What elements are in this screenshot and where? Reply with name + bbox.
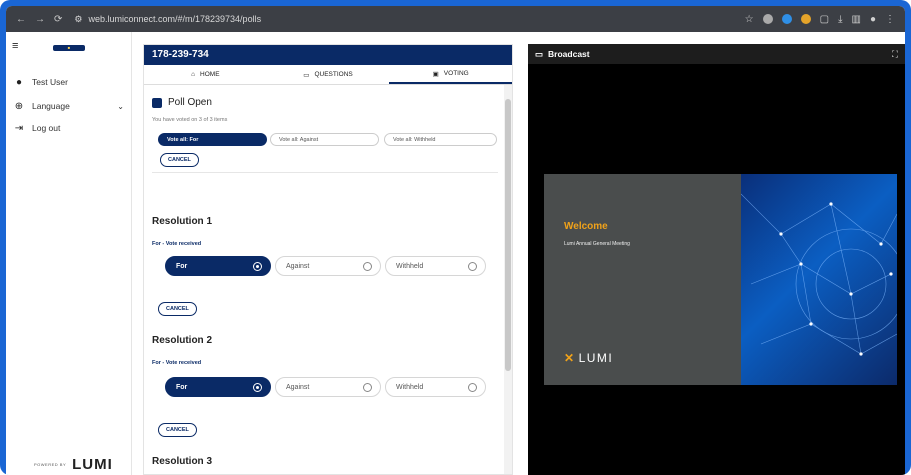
vote-all-withheld-button[interactable]: Vote all: Withheld xyxy=(384,133,497,146)
extensions-puzzle-icon[interactable]: ▢ xyxy=(820,14,829,25)
slide-subtitle: Lumi Annual General Meeting xyxy=(564,241,630,247)
extension-icon[interactable] xyxy=(781,14,792,24)
powered-by: POWERED BY LUMI xyxy=(34,456,113,473)
slide-welcome: Welcome xyxy=(564,221,608,232)
profile-icon[interactable]: ● xyxy=(870,14,876,25)
back-icon[interactable]: ← xyxy=(16,14,26,25)
broadcast-title: Broadcast xyxy=(548,49,590,59)
cast-icon: ▭ xyxy=(535,48,544,59)
network-graphic xyxy=(740,174,897,385)
divider xyxy=(152,172,498,173)
tab-voting[interactable]: ▣ VOTING xyxy=(389,65,512,84)
browser-window: ← → ⟳ ⚙ web.lumiconnect.com/#/m/17823973… xyxy=(6,6,905,475)
lumi-x-icon: ✕ xyxy=(564,351,576,365)
radio-selected-icon xyxy=(253,262,262,271)
meeting-id: 178-239-734 xyxy=(144,45,512,65)
broadcast-header: ▭ Broadcast ⛶ xyxy=(528,44,905,64)
video-slide[interactable]: Welcome Lumi Annual General Meeting ✕ LU… xyxy=(544,174,897,385)
slide-panel: Welcome Lumi Annual General Meeting ✕ LU… xyxy=(544,174,741,385)
browser-nav: ← → ⟳ xyxy=(6,14,62,25)
sidebar-item-logout[interactable]: ⇥ Log out xyxy=(6,120,61,136)
option-against[interactable]: Against xyxy=(275,256,381,276)
extension-icon[interactable] xyxy=(800,14,811,24)
sidebar-item-language[interactable]: ⊕ Language ⌄ xyxy=(6,98,132,114)
radio-icon xyxy=(363,262,372,271)
vote-all-against-button[interactable]: Vote all: Against xyxy=(270,133,379,146)
address-bar[interactable]: ⚙ web.lumiconnect.com/#/m/178239734/poll… xyxy=(74,14,261,25)
scrollbar[interactable] xyxy=(504,85,512,474)
option-against[interactable]: Against xyxy=(275,377,381,397)
resolution-title: Resolution 1 xyxy=(152,216,213,227)
vote-status: For - Vote received xyxy=(152,241,202,247)
cancel-button[interactable]: CANCEL xyxy=(158,423,197,437)
forward-icon[interactable]: → xyxy=(35,14,45,25)
hamburger-icon[interactable]: ≡ xyxy=(12,40,18,52)
option-withheld[interactable]: Withheld xyxy=(385,377,486,397)
radio-icon xyxy=(363,383,372,392)
download-icon[interactable]: ⤓ xyxy=(838,14,842,25)
chart-icon: ▣ xyxy=(432,70,439,78)
chat-icon: ▭ xyxy=(303,71,310,79)
sidepanel-icon[interactable]: ▥ xyxy=(852,14,861,25)
vote-status: For - Vote received xyxy=(152,360,202,366)
sidebar: ≡ ■ ● Test User ⊕ Language ⌄ ⇥ Log out P… xyxy=(6,32,132,475)
poll-icon xyxy=(152,97,162,108)
reload-icon[interactable]: ⟳ xyxy=(54,14,62,25)
browser-toolbar: ← → ⟳ ⚙ web.lumiconnect.com/#/m/17823973… xyxy=(6,6,905,32)
logout-icon: ⇥ xyxy=(14,122,24,134)
network-lines-graphic xyxy=(740,193,897,356)
site-info-icon[interactable]: ⚙ xyxy=(74,14,82,25)
screenshot-frame: ← → ⟳ ⚙ web.lumiconnect.com/#/m/17823973… xyxy=(0,0,911,475)
globe-icon: ⊕ xyxy=(14,100,24,112)
tab-questions[interactable]: ▭ QUESTIONS xyxy=(267,65,390,84)
resolution-title: Resolution 3 xyxy=(152,456,213,467)
cancel-button[interactable]: CANCEL xyxy=(158,302,197,316)
voting-panel: 178-239-734 ⌂ HOME ▭ QUESTIONS ▣ VOTING … xyxy=(143,44,513,475)
option-withheld[interactable]: Withheld xyxy=(385,256,486,276)
tab-home[interactable]: ⌂ HOME xyxy=(144,65,267,84)
radio-icon xyxy=(468,383,477,392)
url-text: web.lumiconnect.com/#/m/178239734/polls xyxy=(88,14,262,24)
chevron-down-icon: ⌄ xyxy=(117,101,124,111)
home-icon: ⌂ xyxy=(191,71,196,78)
browser-actions: ☆ ▢ ⤓ ▥ ● ⋮ xyxy=(745,14,905,25)
vote-all-for-button[interactable]: Vote all: For xyxy=(158,133,267,146)
slide-logo: ✕ LUMI xyxy=(564,351,614,365)
voted-count: You have voted on 3 of 3 items xyxy=(152,117,228,123)
scrollbar-thumb[interactable] xyxy=(505,99,511,371)
user-icon: ● xyxy=(15,76,23,88)
option-for[interactable]: For xyxy=(165,377,271,397)
sidebar-item-user[interactable]: ● Test User xyxy=(6,74,68,90)
extension-icon[interactable] xyxy=(762,14,773,24)
radio-icon xyxy=(468,262,477,271)
event-logo: ■ xyxy=(53,45,85,51)
broadcast-panel: ▭ Broadcast ⛶ Welcome Lumi Annual Genera… xyxy=(528,44,905,475)
radio-selected-icon xyxy=(253,383,262,392)
bookmark-star-icon[interactable]: ☆ xyxy=(745,14,754,25)
fullscreen-icon[interactable]: ⛶ xyxy=(892,49,898,60)
option-for[interactable]: For xyxy=(165,256,271,276)
tab-bar: ⌂ HOME ▭ QUESTIONS ▣ VOTING xyxy=(144,65,512,85)
cancel-all-button[interactable]: CANCEL xyxy=(160,153,199,167)
poll-title: Poll Open xyxy=(168,97,212,108)
resolution-title: Resolution 2 xyxy=(152,335,213,346)
more-menu-icon[interactable]: ⋮ xyxy=(885,14,895,25)
poll-header: Poll Open xyxy=(152,97,212,108)
